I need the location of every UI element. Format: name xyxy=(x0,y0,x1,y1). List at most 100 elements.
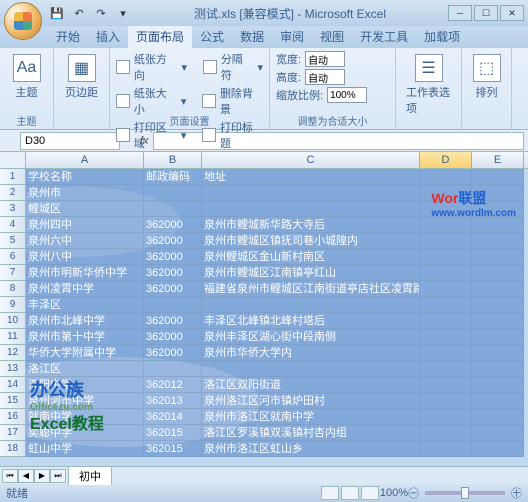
row-header[interactable]: 3 xyxy=(0,201,26,217)
cell[interactable] xyxy=(202,185,420,201)
cell[interactable] xyxy=(472,297,524,313)
cell[interactable] xyxy=(472,265,524,281)
sheet-tab[interactable]: 初中 xyxy=(68,466,112,485)
tab-公式[interactable]: 公式 xyxy=(192,25,232,48)
height-input[interactable] xyxy=(305,69,345,85)
cell[interactable]: 362000 xyxy=(144,329,202,345)
cell[interactable]: 泉州市第十中学 xyxy=(26,329,144,345)
cell[interactable]: 362000 xyxy=(144,249,202,265)
tab-页面布局[interactable]: 页面布局 xyxy=(128,25,192,48)
cell[interactable] xyxy=(420,393,472,409)
row-header[interactable]: 9 xyxy=(0,297,26,313)
name-box[interactable]: D30 xyxy=(20,132,120,150)
cell[interactable]: 362000 xyxy=(144,281,202,297)
cell[interactable] xyxy=(144,297,202,313)
cell[interactable] xyxy=(472,169,524,185)
cell[interactable]: 泉州六中 xyxy=(26,233,144,249)
cell[interactable]: 泉州市鲤城区镇抚司巷小城隍内 xyxy=(202,233,420,249)
cell[interactable]: 泉州四中 xyxy=(26,217,144,233)
row-header[interactable]: 5 xyxy=(0,233,26,249)
cell[interactable]: 362015 xyxy=(144,441,202,457)
cell[interactable]: 泉州市鲤城区江南镇亭红山 xyxy=(202,265,420,281)
tab-nav-first[interactable]: ⏮ xyxy=(2,469,18,483)
cell[interactable]: 泉州市洛江区就南中学 xyxy=(202,409,420,425)
view-break-button[interactable] xyxy=(361,486,379,500)
row-header[interactable]: 6 xyxy=(0,249,26,265)
view-layout-button[interactable] xyxy=(341,486,359,500)
zoom-slider[interactable] xyxy=(425,491,505,495)
cell[interactable]: 福建省泉州市鲤城区江南街道亭店社区凌霄路321号 xyxy=(202,281,420,297)
cell[interactable] xyxy=(420,313,472,329)
cell[interactable] xyxy=(472,281,524,297)
row-header[interactable]: 10 xyxy=(0,313,26,329)
cell[interactable]: 洛江区罗溪镇双溪镇村杏内组 xyxy=(202,425,420,441)
cell[interactable] xyxy=(202,201,420,217)
cell[interactable]: 丰泽区北峰镇北峰村塔后 xyxy=(202,313,420,329)
cell[interactable] xyxy=(420,169,472,185)
cell[interactable] xyxy=(420,345,472,361)
cell[interactable]: 362012 xyxy=(144,377,202,393)
tab-nav-next[interactable]: ▶ xyxy=(34,469,50,483)
view-normal-button[interactable] xyxy=(321,486,339,500)
cell[interactable] xyxy=(472,377,524,393)
cell[interactable] xyxy=(472,345,524,361)
cell[interactable]: 洛江区 xyxy=(26,361,144,377)
scale-input[interactable] xyxy=(327,87,367,103)
row-header[interactable]: 2 xyxy=(0,185,26,201)
orientation-button[interactable]: 纸张方向 xyxy=(134,51,178,83)
breaks-button[interactable]: 分隔符 xyxy=(221,51,254,83)
cell[interactable] xyxy=(472,393,524,409)
sheetoptions-button[interactable]: ☰ 工作表选项 xyxy=(402,50,455,120)
cell[interactable]: 泉州市 xyxy=(26,185,144,201)
cell[interactable] xyxy=(202,297,420,313)
cell[interactable]: 鲤城区 xyxy=(26,201,144,217)
maximize-button[interactable]: ☐ xyxy=(474,5,498,21)
cell[interactable] xyxy=(472,313,524,329)
cell[interactable]: 洛江区双阳街道 xyxy=(202,377,420,393)
cell[interactable] xyxy=(144,185,202,201)
arrange-button[interactable]: ⬚ 排列 xyxy=(468,50,505,104)
cell[interactable]: 泉州市鲤城新华路大寺后 xyxy=(202,217,420,233)
cell[interactable]: 泉州洛江区河市镇炉田村 xyxy=(202,393,420,409)
cell[interactable] xyxy=(420,249,472,265)
row-header[interactable]: 15 xyxy=(0,393,26,409)
cell[interactable] xyxy=(420,265,472,281)
cell[interactable]: 362000 xyxy=(144,265,202,281)
col-header-d[interactable]: D xyxy=(420,152,472,168)
tab-视图[interactable]: 视图 xyxy=(312,25,352,48)
cell[interactable] xyxy=(420,377,472,393)
cell[interactable] xyxy=(472,441,524,457)
cell[interactable] xyxy=(420,361,472,377)
row-header[interactable]: 17 xyxy=(0,425,26,441)
cell[interactable] xyxy=(472,217,524,233)
cell[interactable]: 362014 xyxy=(144,409,202,425)
row-header[interactable]: 7 xyxy=(0,265,26,281)
cell[interactable] xyxy=(472,425,524,441)
cell[interactable] xyxy=(472,233,524,249)
cell[interactable]: 泉州市洛江区虹山乡 xyxy=(202,441,420,457)
row-header[interactable]: 13 xyxy=(0,361,26,377)
undo-icon[interactable]: ↶ xyxy=(70,4,88,22)
cell[interactable]: 泉州市明新华侨中学 xyxy=(26,265,144,281)
cell[interactable] xyxy=(420,281,472,297)
cell[interactable]: 362015 xyxy=(144,425,202,441)
zoom-out-button[interactable]: ㊀ xyxy=(408,485,419,501)
col-header-b[interactable]: B xyxy=(144,152,202,168)
cell[interactable]: 丰泽区 xyxy=(26,297,144,313)
cell[interactable]: 362000 xyxy=(144,233,202,249)
cell[interactable] xyxy=(202,361,420,377)
cell[interactable]: 362013 xyxy=(144,393,202,409)
row-header[interactable]: 14 xyxy=(0,377,26,393)
cell[interactable] xyxy=(472,409,524,425)
cell[interactable]: 华侨大学附属中学 xyxy=(26,345,144,361)
tab-加载项[interactable]: 加载项 xyxy=(416,25,468,48)
tab-nav-last[interactable]: ⏭ xyxy=(50,469,66,483)
cell[interactable]: 泉州丰泽区湖心街中段南侧 xyxy=(202,329,420,345)
cell[interactable]: 虹山中学 xyxy=(26,441,144,457)
cell[interactable]: 362000 xyxy=(144,345,202,361)
tab-插入[interactable]: 插入 xyxy=(88,25,128,48)
minimize-button[interactable]: ─ xyxy=(448,5,472,21)
qat-dropdown-icon[interactable]: ▾ xyxy=(114,4,132,22)
cell[interactable]: 泉州市华侨大学内 xyxy=(202,345,420,361)
zoom-level[interactable]: 100% xyxy=(380,487,408,499)
